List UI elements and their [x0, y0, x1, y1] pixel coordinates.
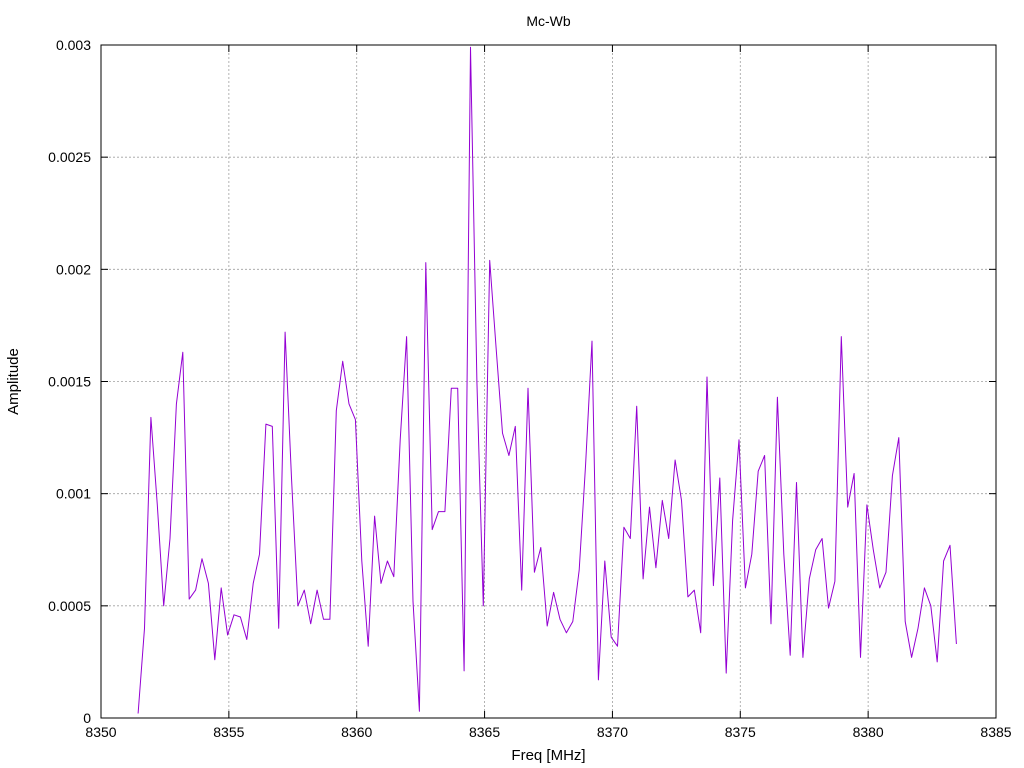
chart-title: Mc-Wb: [526, 13, 571, 29]
y-tick-label: 0.0025: [48, 149, 91, 165]
y-tick-label: 0.0005: [48, 598, 91, 614]
x-tick-label: 8365: [469, 724, 500, 740]
y-tick-label: 0.0015: [48, 374, 91, 390]
y-tick-label: 0.001: [56, 486, 91, 502]
x-tick-label: 8350: [85, 724, 116, 740]
x-tick-label: 8355: [213, 724, 244, 740]
x-tick-label: 8375: [725, 724, 756, 740]
y-tick-label: 0: [83, 710, 91, 726]
x-axis-label: Freq [MHz]: [511, 747, 585, 764]
y-tick-label: 0.003: [56, 37, 91, 53]
x-tick-label: 8370: [597, 724, 628, 740]
y-tick-label: 0.002: [56, 261, 91, 277]
x-tick-label: 8360: [341, 724, 372, 740]
chart-background: [0, 0, 1024, 768]
y-axis-label: Amplitude: [5, 348, 22, 415]
chart-svg: 8350 8355 8360 8365 8370 8375 8380 8385 0 0.0005 0…: [0, 0, 1024, 768]
x-tick-label: 8385: [980, 724, 1011, 740]
x-tick-label: 8380: [853, 724, 884, 740]
